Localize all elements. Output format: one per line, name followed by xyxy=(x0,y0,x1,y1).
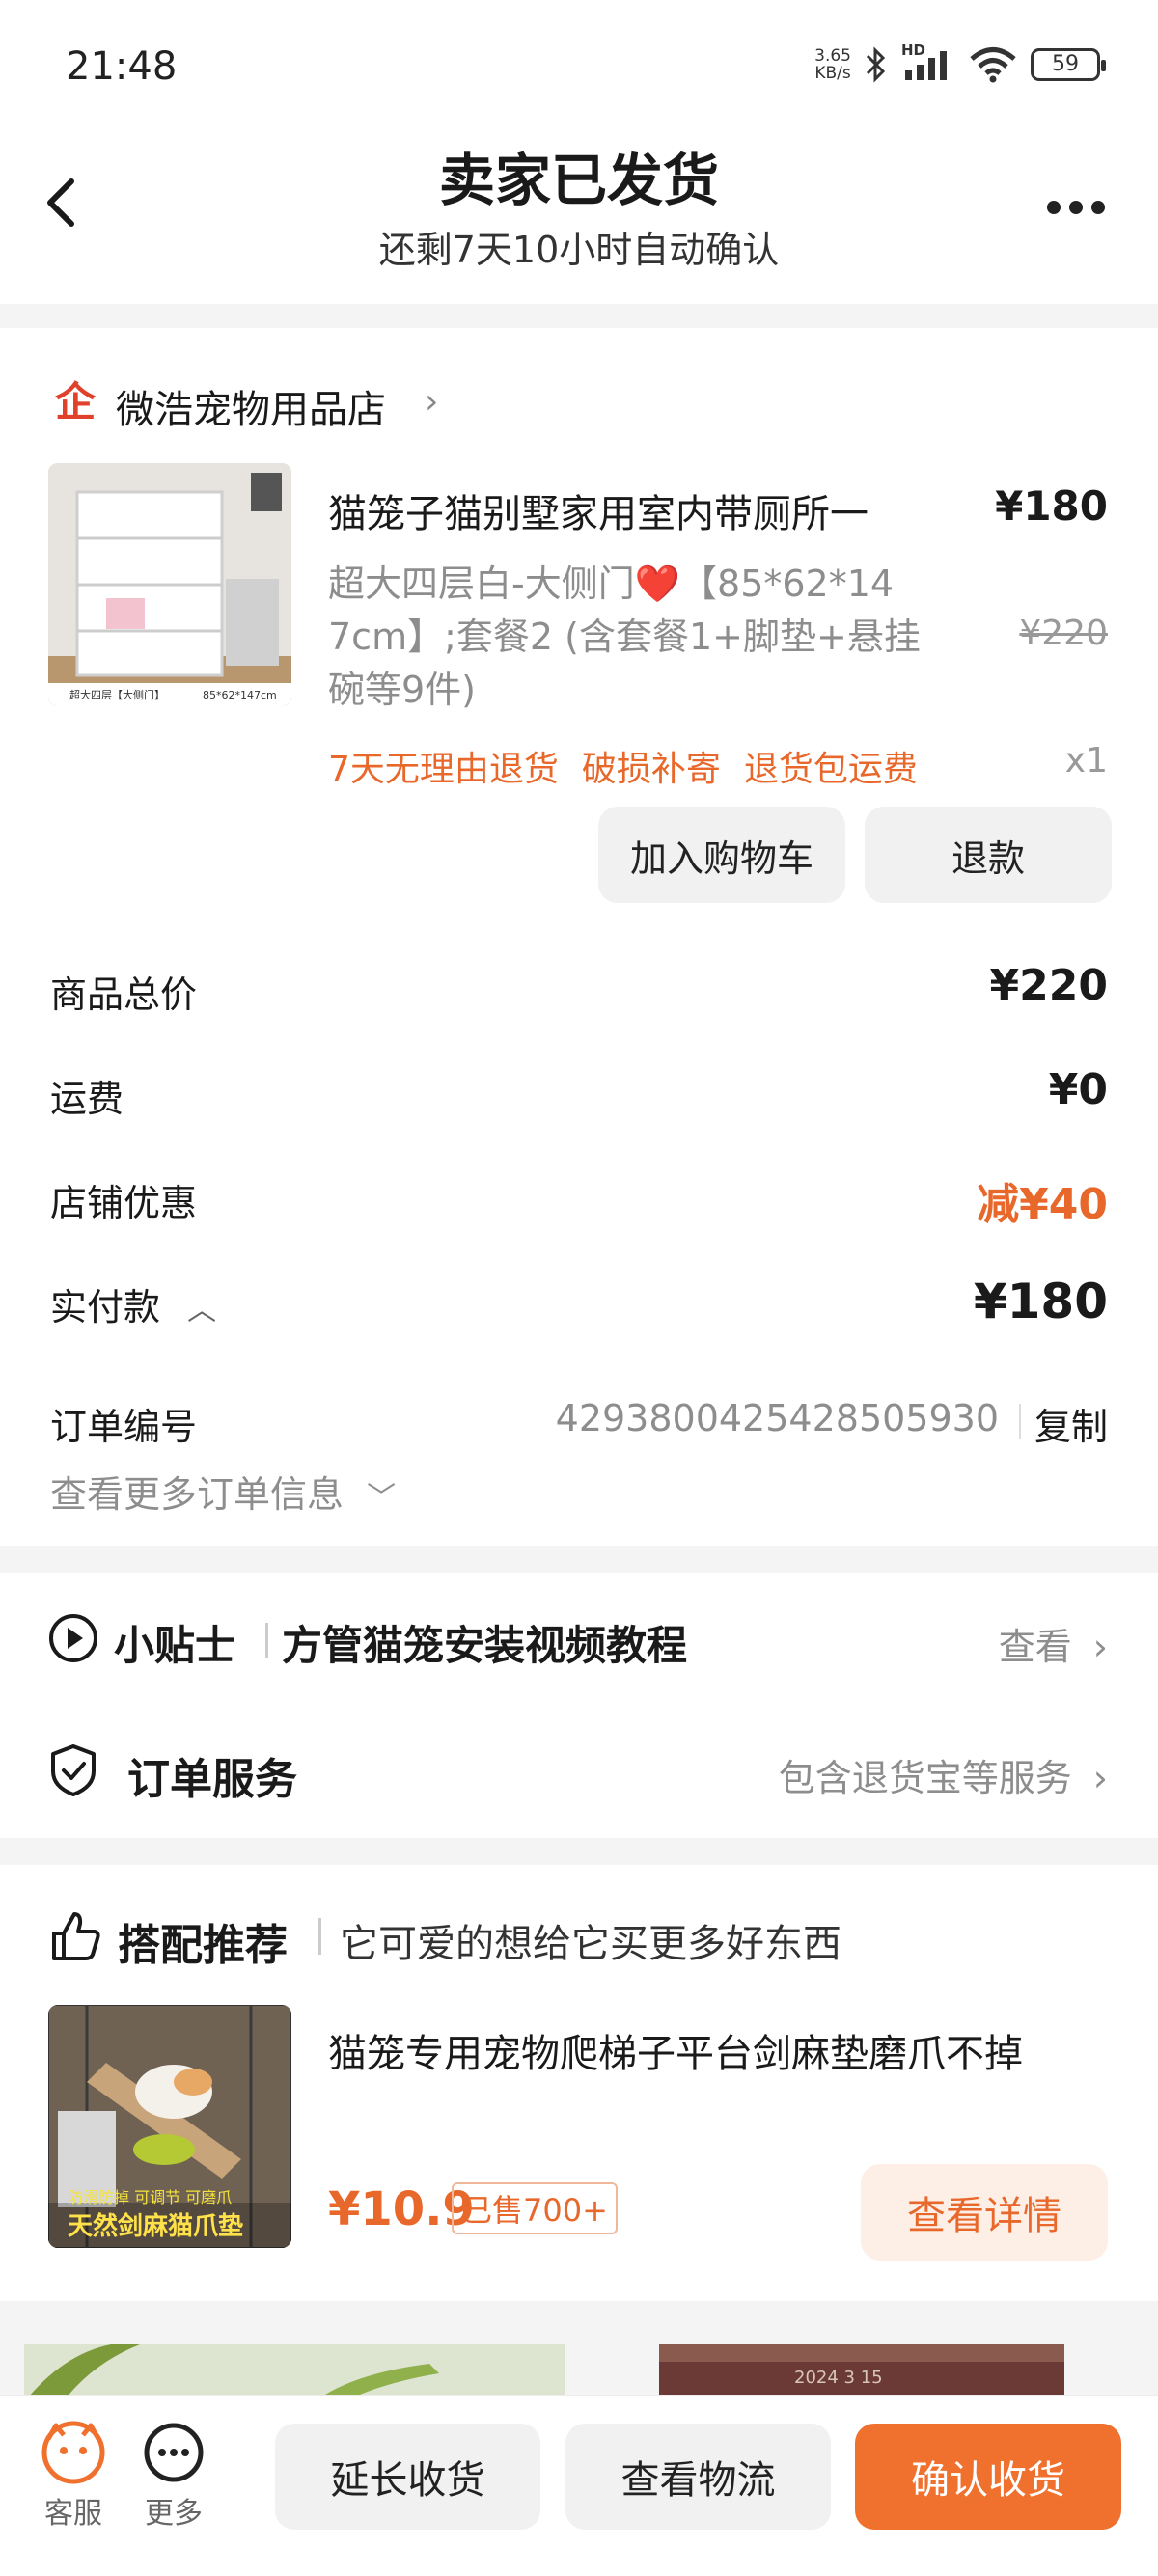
more-order-info-toggle[interactable]: 查看更多订单信息 ﹀ xyxy=(50,1465,396,1518)
tag-return: 7天无理由退货 xyxy=(328,750,559,789)
product-spec: 超大四层白-大侧门❤️【85*62*14 7cm】;套餐2 (含套餐1+脚垫+悬… xyxy=(328,562,921,711)
order-service-link[interactable]: 包含退货宝等服务 › xyxy=(779,1748,1108,1801)
tip-label: 小贴士 xyxy=(114,1622,236,1669)
svg-text:天然剑麻猫爪垫: 天然剑麻猫爪垫 xyxy=(68,2211,243,2241)
feed-item-image[interactable]: 2024 3 15 xyxy=(659,2344,1064,2402)
tag-free-return: 退货包运费 xyxy=(743,750,918,789)
original-price: ¥220 xyxy=(1019,614,1108,653)
network-speed: 3.65 KB/s xyxy=(814,46,851,83)
tag-damage: 破损补寄 xyxy=(581,750,721,789)
battery-icon: 59 xyxy=(1031,48,1106,81)
divider xyxy=(318,1918,321,1955)
auto-confirm-countdown: 还剩7天10小时自动确认 xyxy=(378,229,780,271)
copy-order-number-button[interactable]: 复制 xyxy=(1034,1397,1108,1450)
status-time: 21:48 xyxy=(66,44,178,89)
chevron-up-icon[interactable]: ︿ xyxy=(187,1286,216,1329)
feed-item-image[interactable] xyxy=(24,2344,565,2402)
more-label: 更多 xyxy=(145,2497,203,2531)
goods-total-label: 商品总价 xyxy=(50,973,198,1016)
view-details-button[interactable]: 查看详情 xyxy=(861,2164,1108,2261)
shop-discount-value: 减¥40 xyxy=(977,1180,1108,1229)
paid-amount-label[interactable]: 实付款 ︿ xyxy=(50,1277,216,1330)
goods-total-value: ¥220 xyxy=(989,961,1108,1010)
more-actions-button[interactable]: 更多 xyxy=(135,2418,212,2532)
svg-text:超大四层【大侧门】: 超大四层【大侧门】 xyxy=(69,688,165,701)
dot-icon xyxy=(1091,201,1105,214)
product-title[interactable]: 猫笼子猫别墅家用室内带厕所一 xyxy=(328,482,946,538)
view-tip-button[interactable]: 查看 › xyxy=(999,1617,1108,1670)
product-quantity: x1 xyxy=(1064,741,1108,781)
customer-service-icon xyxy=(41,2421,105,2484)
sold-count-badge: 已售700+ xyxy=(452,2182,618,2234)
product-price: ¥180 xyxy=(995,482,1108,530)
thumbs-up-icon xyxy=(52,1912,100,1960)
shipping-value: ¥0 xyxy=(1048,1065,1108,1114)
dot-icon xyxy=(1047,201,1061,214)
more-options-button[interactable] xyxy=(1047,188,1124,227)
dot-icon xyxy=(1069,201,1083,214)
customer-service-label: 客服 xyxy=(44,2497,102,2531)
shield-check-icon xyxy=(51,1744,96,1796)
tip-video-title[interactable]: 方管猫笼安装视频教程 xyxy=(282,1613,687,1672)
page-title: 卖家已发货 xyxy=(438,148,719,213)
divider xyxy=(265,1623,268,1658)
recommendation-subtitle: 它可爱的想给它买更多好东西 xyxy=(340,1922,841,1966)
shop-logo-icon: 企 xyxy=(54,377,96,425)
play-icon xyxy=(49,1614,97,1662)
refund-button[interactable]: 退款 xyxy=(865,807,1112,903)
svg-text:2024 3 15: 2024 3 15 xyxy=(794,2368,883,2388)
customer-service-button[interactable]: 客服 xyxy=(35,2418,112,2532)
divider xyxy=(1019,1404,1021,1439)
more-icon xyxy=(144,2423,204,2482)
shipping-label: 运费 xyxy=(50,1078,124,1120)
extend-receipt-button[interactable]: 延长收货 xyxy=(275,2424,540,2530)
svg-text:防滑防掉 可调节 可磨爪: 防滑防掉 可调节 可磨爪 xyxy=(68,2188,232,2206)
shop-discount-label: 店铺优惠 xyxy=(50,1182,198,1224)
svg-text:85*62*147cm: 85*62*147cm xyxy=(203,689,277,701)
chevron-down-icon: ﹀ xyxy=(367,1481,397,1515)
add-to-cart-button[interactable]: 加入购物车 xyxy=(598,807,845,903)
order-number: 4293800425428505930 xyxy=(555,1397,999,1439)
chevron-right-icon: › xyxy=(1092,1626,1108,1668)
chevron-right-icon: › xyxy=(1092,1757,1108,1799)
chevron-right-icon[interactable]: › xyxy=(425,382,438,422)
order-service-label: 订单服务 xyxy=(127,1755,297,1804)
confirm-receipt-button[interactable]: 确认收货 xyxy=(855,2424,1121,2530)
bluetooth-icon xyxy=(866,46,886,83)
shop-name[interactable]: 微浩宠物用品店 xyxy=(116,378,386,434)
status-icons: 3.65 KB/s HD 59 xyxy=(814,41,1106,83)
service-tags: 7天无理由退货 破损补寄 退货包运费 xyxy=(328,741,918,791)
recommended-product-image[interactable]: 防滑防掉 可调节 可磨爪 天然剑麻猫爪垫 xyxy=(48,2005,291,2248)
product-image[interactable]: 超大四层【大侧门】 85*62*147cm xyxy=(48,463,291,706)
hd-signal-icon: HD xyxy=(901,41,955,82)
paid-amount-value: ¥180 xyxy=(973,1274,1108,1329)
view-logistics-button[interactable]: 查看物流 xyxy=(565,2424,831,2530)
recommendation-label: 搭配推荐 xyxy=(118,1921,288,1970)
wifi-icon xyxy=(970,47,1016,83)
recommended-product-title[interactable]: 猫笼专用宠物爬梯子平台剑麻垫磨爪不掉 xyxy=(328,2022,1119,2078)
order-number-label: 订单编号 xyxy=(50,1406,198,1448)
